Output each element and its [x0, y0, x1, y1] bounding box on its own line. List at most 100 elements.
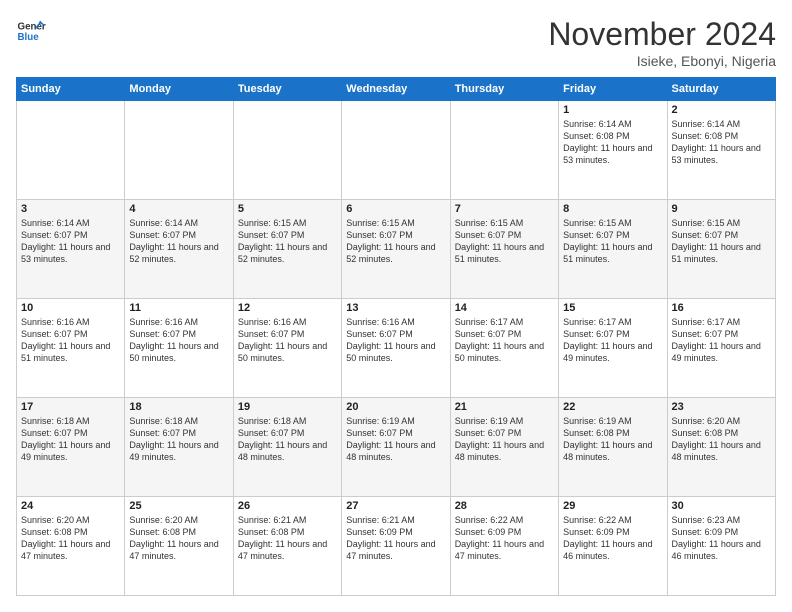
header: General Blue November 2024 Isieke, Ebony…: [16, 16, 776, 69]
day-info: Sunrise: 6:14 AM Sunset: 6:07 PM Dayligh…: [21, 217, 120, 266]
day-number: 22: [563, 401, 662, 413]
day-info: Sunrise: 6:18 AM Sunset: 6:07 PM Dayligh…: [21, 415, 120, 464]
day-info: Sunrise: 6:21 AM Sunset: 6:09 PM Dayligh…: [346, 514, 445, 563]
day-info: Sunrise: 6:16 AM Sunset: 6:07 PM Dayligh…: [129, 316, 228, 365]
calendar-cell: 20Sunrise: 6:19 AM Sunset: 6:07 PM Dayli…: [342, 398, 450, 497]
day-info: Sunrise: 6:14 AM Sunset: 6:07 PM Dayligh…: [129, 217, 228, 266]
calendar-cell: 17Sunrise: 6:18 AM Sunset: 6:07 PM Dayli…: [17, 398, 125, 497]
day-number: 8: [563, 203, 662, 215]
title-block: November 2024 Isieke, Ebonyi, Nigeria: [548, 16, 776, 69]
calendar-cell: 24Sunrise: 6:20 AM Sunset: 6:08 PM Dayli…: [17, 497, 125, 596]
month-title: November 2024: [548, 16, 776, 53]
day-info: Sunrise: 6:14 AM Sunset: 6:08 PM Dayligh…: [672, 118, 771, 167]
calendar-cell: [342, 101, 450, 200]
day-number: 9: [672, 203, 771, 215]
day-info: Sunrise: 6:19 AM Sunset: 6:07 PM Dayligh…: [455, 415, 554, 464]
calendar-cell: 28 Sunrise: 6:22 AM Sunset: 6:09 PM Dayli…: [450, 497, 558, 596]
day-number: 3: [21, 203, 120, 215]
calendar-cell: 6 Sunrise: 6:15 AM Sunset: 6:07 PM Daylig…: [342, 200, 450, 299]
day-info: Sunrise: 6:21 AM Sunset: 6:08 PM Dayligh…: [238, 514, 337, 563]
day-info: Sunrise: 6:16 AM Sunset: 6:07 PM Dayligh…: [238, 316, 337, 365]
day-info: Sunrise: 6:20 AM Sunset: 6:08 PM Dayligh…: [672, 415, 771, 464]
day-number: 27: [346, 500, 445, 512]
calendar-cell: [233, 101, 341, 200]
day-info: Sunrise: 6:17 AM Sunset: 6:07 PM Dayligh…: [563, 316, 662, 365]
weekday-header: Wednesday: [342, 78, 450, 101]
weekday-header: Friday: [559, 78, 667, 101]
weekday-header: Sunday: [17, 78, 125, 101]
calendar-cell: 30Sunrise: 6:23 AM Sunset: 6:09 PM Dayli…: [667, 497, 775, 596]
svg-text:Blue: Blue: [18, 32, 40, 43]
day-number: 1: [563, 104, 662, 116]
calendar-cell: 19Sunrise: 6:18 AM Sunset: 6:07 PM Dayli…: [233, 398, 341, 497]
day-info: Sunrise: 6:15 AM Sunset: 6:07 PM Dayligh…: [672, 217, 771, 266]
day-number: 21: [455, 401, 554, 413]
day-info: Sunrise: 6:14 AM Sunset: 6:08 PM Dayligh…: [563, 118, 662, 167]
page: General Blue November 2024 Isieke, Ebony…: [0, 0, 792, 612]
calendar-cell: 16 Sunrise: 6:17 AM Sunset: 6:07 PM Dayli…: [667, 299, 775, 398]
calendar-cell: 2Sunrise: 6:14 AM Sunset: 6:08 PM Daylig…: [667, 101, 775, 200]
day-number: 26: [238, 500, 337, 512]
day-info: Sunrise: 6:15 AM Sunset: 6:07 PM Dayligh…: [563, 217, 662, 266]
logo-icon: General Blue: [16, 16, 46, 46]
calendar-cell: 14 Sunrise: 6:17 AM Sunset: 6:07 PM Dayli…: [450, 299, 558, 398]
calendar-table: SundayMondayTuesdayWednesdayThursdayFrid…: [16, 77, 776, 596]
day-info: Sunrise: 6:16 AM Sunset: 6:07 PM Dayligh…: [21, 316, 120, 365]
day-number: 13: [346, 302, 445, 314]
calendar-cell: 27 Sunrise: 6:21 AM Sunset: 6:09 PM Dayli…: [342, 497, 450, 596]
calendar-cell: 29Sunrise: 6:22 AM Sunset: 6:09 PM Dayli…: [559, 497, 667, 596]
calendar-cell: 5Sunrise: 6:15 AM Sunset: 6:07 PM Daylig…: [233, 200, 341, 299]
day-number: 11: [129, 302, 228, 314]
day-info: Sunrise: 6:22 AM Sunset: 6:09 PM Dayligh…: [455, 514, 554, 563]
weekday-header: Tuesday: [233, 78, 341, 101]
day-info: Sunrise: 6:18 AM Sunset: 6:07 PM Dayligh…: [129, 415, 228, 464]
day-number: 5: [238, 203, 337, 215]
day-number: 20: [346, 401, 445, 413]
calendar-cell: 10 Sunrise: 6:16 AM Sunset: 6:07 PM Dayli…: [17, 299, 125, 398]
calendar-week-row: 24Sunrise: 6:20 AM Sunset: 6:08 PM Dayli…: [17, 497, 776, 596]
calendar-cell: 7 Sunrise: 6:15 AM Sunset: 6:07 PM Daylig…: [450, 200, 558, 299]
day-info: Sunrise: 6:17 AM Sunset: 6:07 PM Dayligh…: [455, 316, 554, 365]
day-number: 30: [672, 500, 771, 512]
day-info: Sunrise: 6:17 AM Sunset: 6:07 PM Dayligh…: [672, 316, 771, 365]
calendar-cell: 26 Sunrise: 6:21 AM Sunset: 6:08 PM Dayli…: [233, 497, 341, 596]
location: Isieke, Ebonyi, Nigeria: [548, 53, 776, 69]
calendar-cell: 25 Sunrise: 6:20 AM Sunset: 6:08 PM Dayli…: [125, 497, 233, 596]
weekday-header: Saturday: [667, 78, 775, 101]
day-info: Sunrise: 6:15 AM Sunset: 6:07 PM Dayligh…: [455, 217, 554, 266]
calendar-cell: 18Sunrise: 6:18 AM Sunset: 6:07 PM Dayli…: [125, 398, 233, 497]
day-info: Sunrise: 6:19 AM Sunset: 6:08 PM Dayligh…: [563, 415, 662, 464]
calendar-cell: 3 Sunrise: 6:14 AM Sunset: 6:07 PM Daylig…: [17, 200, 125, 299]
day-number: 15: [563, 302, 662, 314]
day-number: 10: [21, 302, 120, 314]
day-info: Sunrise: 6:20 AM Sunset: 6:08 PM Dayligh…: [21, 514, 120, 563]
logo: General Blue: [16, 16, 46, 46]
calendar-cell: 4 Sunrise: 6:14 AM Sunset: 6:07 PM Daylig…: [125, 200, 233, 299]
calendar-cell: 15 Sunrise: 6:17 AM Sunset: 6:07 PM Dayli…: [559, 299, 667, 398]
calendar-week-row: 10 Sunrise: 6:16 AM Sunset: 6:07 PM Dayli…: [17, 299, 776, 398]
weekday-header: Monday: [125, 78, 233, 101]
day-number: 28: [455, 500, 554, 512]
day-number: 12: [238, 302, 337, 314]
day-number: 7: [455, 203, 554, 215]
day-number: 6: [346, 203, 445, 215]
day-info: Sunrise: 6:16 AM Sunset: 6:07 PM Dayligh…: [346, 316, 445, 365]
day-info: Sunrise: 6:20 AM Sunset: 6:08 PM Dayligh…: [129, 514, 228, 563]
day-info: Sunrise: 6:18 AM Sunset: 6:07 PM Dayligh…: [238, 415, 337, 464]
day-number: 14: [455, 302, 554, 314]
calendar-header-row: SundayMondayTuesdayWednesdayThursdayFrid…: [17, 78, 776, 101]
calendar-cell: 8 Sunrise: 6:15 AM Sunset: 6:07 PM Daylig…: [559, 200, 667, 299]
day-info: Sunrise: 6:15 AM Sunset: 6:07 PM Dayligh…: [346, 217, 445, 266]
calendar-week-row: 1 Sunrise: 6:14 AM Sunset: 6:08 PM Daylig…: [17, 101, 776, 200]
calendar-cell: 11 Sunrise: 6:16 AM Sunset: 6:07 PM Dayli…: [125, 299, 233, 398]
day-number: 16: [672, 302, 771, 314]
day-number: 4: [129, 203, 228, 215]
calendar-cell: 23Sunrise: 6:20 AM Sunset: 6:08 PM Dayli…: [667, 398, 775, 497]
calendar-cell: 1 Sunrise: 6:14 AM Sunset: 6:08 PM Daylig…: [559, 101, 667, 200]
calendar-cell: 13 Sunrise: 6:16 AM Sunset: 6:07 PM Dayli…: [342, 299, 450, 398]
day-info: Sunrise: 6:22 AM Sunset: 6:09 PM Dayligh…: [563, 514, 662, 563]
calendar-cell: 21 Sunrise: 6:19 AM Sunset: 6:07 PM Dayli…: [450, 398, 558, 497]
calendar-cell: 12 Sunrise: 6:16 AM Sunset: 6:07 PM Dayli…: [233, 299, 341, 398]
weekday-header: Thursday: [450, 78, 558, 101]
day-number: 25: [129, 500, 228, 512]
